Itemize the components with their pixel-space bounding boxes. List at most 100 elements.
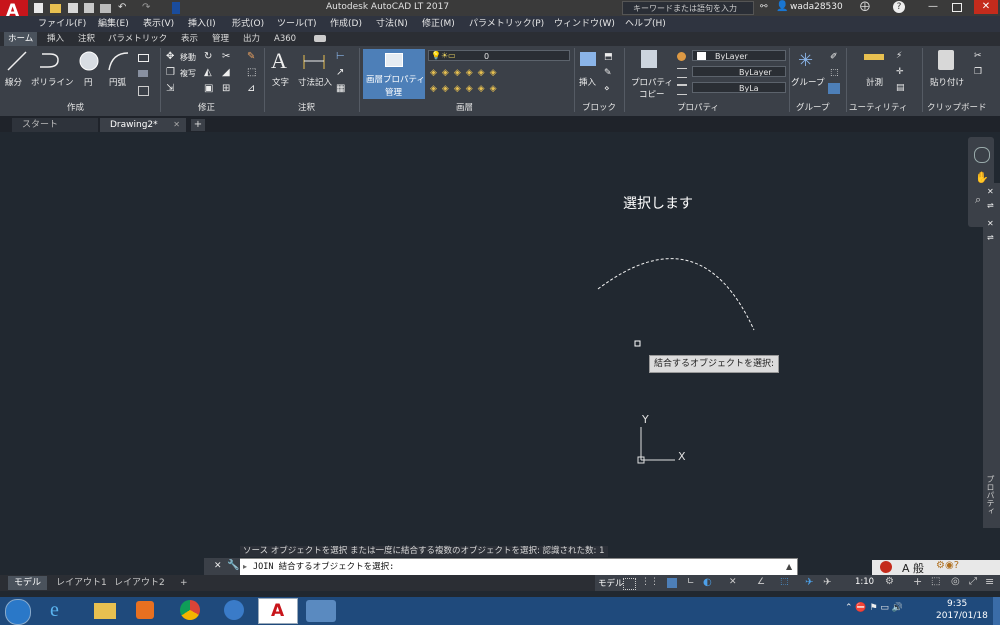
linear-dim-icon[interactable]: ⊢ [336,51,345,62]
steering-wheel-icon[interactable] [974,147,990,163]
save-icon[interactable] [68,3,78,13]
open-icon[interactable] [50,4,61,13]
explode-icon[interactable]: ⊞ [222,83,230,94]
doc-tab-drawing2[interactable]: Drawing2* ✕ [100,118,186,132]
layer-tools-icon[interactable]: ◈◈◈◈◈◈ [430,68,502,78]
plot-icon[interactable] [100,4,111,13]
group-button-label[interactable]: グループ [791,76,825,88]
thunderbird-icon[interactable] [224,600,244,620]
grid-icon[interactable] [623,578,636,590]
new-icon[interactable] [34,3,43,13]
match-properties-label-2[interactable]: コピー [639,88,665,100]
match-properties-icon[interactable] [641,50,657,68]
isolate-icon[interactable]: ⬚ [931,576,940,587]
menu-parametric[interactable]: パラメトリック(P) [469,16,544,32]
erase-icon[interactable]: ✎ [247,51,255,62]
circle-icon[interactable] [78,50,100,72]
infer-icon[interactable] [667,578,677,588]
arc-button-label[interactable]: 円弧 [109,76,126,88]
layer-properties-button[interactable]: 画層プロパティ 管理 [363,49,425,99]
tab-annotate[interactable]: 注釈 [78,32,95,46]
menu-edit[interactable]: 編集(E) [98,16,129,32]
attribute-icon[interactable]: ⋄ [604,84,610,94]
stretch-icon[interactable]: ⇲ [166,83,174,94]
ime-mode-label[interactable]: A 般 [902,560,924,576]
binoculars-icon[interactable]: ⚯ [760,2,768,12]
text-button-label[interactable]: 文字 [272,76,289,88]
line-icon[interactable] [6,50,28,72]
model-space-button[interactable]: モデル [598,577,624,589]
block-panel-label[interactable]: ブロック [582,102,616,114]
table-icon[interactable]: ▦ [336,83,345,94]
offset-icon[interactable]: ⊿ [247,83,255,94]
menu-insert[interactable]: 挿入(I) [188,16,216,32]
group-select-icon[interactable] [828,83,840,94]
menu-draw[interactable]: 作成(D) [330,16,362,32]
ortho-icon[interactable]: ∟ [687,577,695,587]
help-icon[interactable]: ? [893,1,905,13]
menu-help[interactable]: ヘルプ(H) [625,16,666,32]
dimension-icon[interactable] [302,51,326,71]
tab-parametric[interactable]: パラメトリック [108,32,167,46]
create-block-icon[interactable]: ⬒ [604,52,613,62]
mirror-icon[interactable]: ◭ [204,67,212,78]
line-button-label[interactable]: 線分 [5,76,22,88]
command-close-icon[interactable]: ✕ [214,561,222,571]
tab-view[interactable]: 表示 [181,32,198,46]
array-icon[interactable]: ⬚ [247,67,256,78]
palette-autohide-icon[interactable]: ⇌ [987,233,994,242]
clock-time[interactable]: 9:35 [947,599,967,609]
menu-dimension[interactable]: 寸法(N) [376,16,408,32]
clock-date[interactable]: 2017/01/18 [936,611,988,621]
match-properties-label[interactable]: プロパティ [631,76,673,88]
dynamic-input-icon[interactable]: ⬚ [780,577,789,587]
group-icon[interactable]: ✳ [798,50,813,71]
workspace-gear-icon[interactable]: ⚙ [885,576,894,587]
palette-close-icon[interactable]: ✕ [987,219,994,228]
angle-icon[interactable]: ∠ [757,577,765,587]
tab-layout1[interactable]: レイアウト1 [50,576,113,590]
properties-panel-label[interactable]: プロパティ [677,102,719,114]
clean-screen-icon[interactable]: ◎ [951,576,960,587]
explorer-icon[interactable] [94,603,116,619]
minimize-icon[interactable]: — [928,1,938,12]
dimension-button-label[interactable]: 寸法記入 [298,76,332,88]
menu-format[interactable]: 形式(O) [232,16,264,32]
doc-tab-start[interactable]: スタート [12,118,98,132]
snap-icon[interactable]: ⋮⋮ [641,577,659,587]
fullscreen-icon[interactable]: ⤢ [969,576,977,587]
properties-palette[interactable]: ✕ ⇌ ✕ ⇌ プロパティ [983,183,1000,528]
insert-block-icon[interactable] [580,52,596,66]
zoom-icon[interactable]: ⌕ [975,193,981,207]
utility-panel-label[interactable]: ユーティリティ [849,102,907,114]
hatch-icon[interactable] [138,70,148,77]
paste-button-label[interactable]: 貼り付け [930,76,964,88]
scale-icon[interactable]: ▣ [204,83,213,94]
paste-icon[interactable] [938,50,954,70]
redo-icon[interactable]: ↷ [142,2,150,13]
close-icon[interactable]: ✕ [974,0,998,14]
tab-output[interactable]: 出力 [243,32,260,46]
clipboard-panel-label[interactable]: クリップボード [927,102,987,114]
measure-button-label[interactable]: 計測 [866,76,883,88]
ungroup-icon[interactable]: ✐ [830,52,838,62]
maximize-icon[interactable] [952,3,962,12]
osnap-icon[interactable]: ✕ [729,577,737,587]
color-dropdown[interactable]: ByLayer [692,50,786,61]
add-icon[interactable]: + [913,575,922,588]
customize-menu-icon[interactable]: ≡ [985,575,994,588]
annotation-visibility-icon[interactable]: ✈ [823,577,831,588]
text-icon[interactable]: A [271,48,287,74]
trim-icon[interactable]: ✂ [222,51,230,62]
layer-tools-icon[interactable]: ◈◈◈◈◈◈ [430,84,502,94]
point-icon[interactable]: ✛ [896,67,904,77]
edit-block-icon[interactable]: ✎ [604,68,612,78]
circle-button-label[interactable]: 円 [84,76,93,88]
measure-icon[interactable] [864,54,884,60]
cut-icon[interactable]: ✂ [974,51,982,61]
move-button-label[interactable]: 移動 [180,52,196,63]
rectangle-icon[interactable] [138,54,149,62]
user-icon[interactable]: 👤 [776,1,788,12]
save-as-icon[interactable] [84,3,94,13]
ie-icon[interactable]: e [50,599,59,622]
